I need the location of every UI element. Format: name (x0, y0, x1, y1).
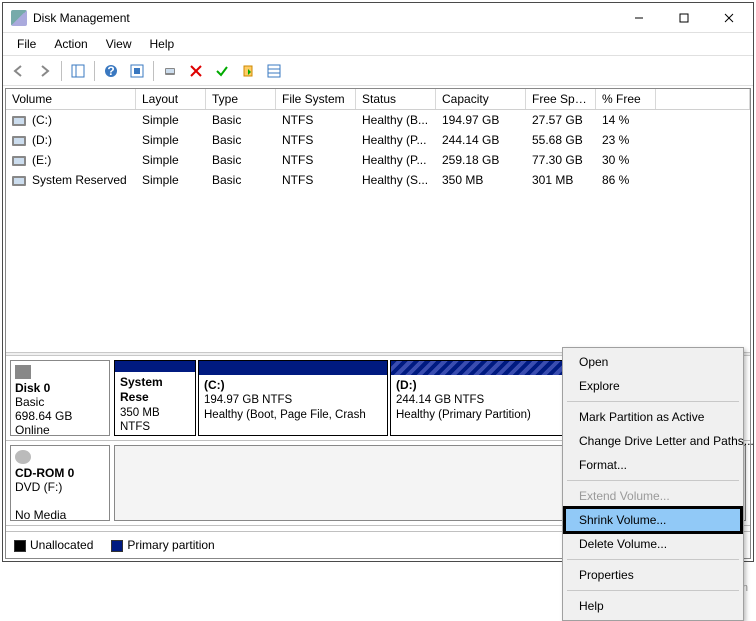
col-layout[interactable]: Layout (136, 89, 206, 109)
menu-help[interactable]: Help (142, 35, 183, 53)
apply-icon[interactable] (210, 59, 234, 83)
titlebar: Disk Management (3, 3, 753, 33)
ctx-sep (567, 401, 739, 402)
disk0-type: Basic (15, 395, 44, 409)
col-capacity[interactable]: Capacity (436, 89, 526, 109)
col-filesystem[interactable]: File System (276, 89, 356, 109)
close-button[interactable] (706, 4, 751, 32)
ctx-sep (567, 590, 739, 591)
col-volume[interactable]: Volume (6, 89, 136, 109)
ctx-shrink-volume[interactable]: Shrink Volume... (565, 508, 741, 532)
ctx-properties[interactable]: Properties (565, 563, 741, 587)
col-type[interactable]: Type (206, 89, 276, 109)
ctx-format[interactable]: Format... (565, 453, 741, 477)
volume-row[interactable]: System ReservedSimpleBasicNTFSHealthy (S… (6, 170, 750, 190)
ctx-change-letter[interactable]: Change Drive Letter and Paths... (565, 429, 741, 453)
menu-action[interactable]: Action (46, 35, 95, 53)
disk-icon (15, 365, 31, 379)
col-spacer (656, 89, 750, 109)
volume-row[interactable]: (E:)SimpleBasicNTFSHealthy (P...259.18 G… (6, 150, 750, 170)
volume-row[interactable]: (C:)SimpleBasicNTFSHealthy (B...194.97 G… (6, 110, 750, 130)
help-button[interactable]: ? (99, 59, 123, 83)
cdrom-name: CD-ROM 0 (15, 466, 74, 480)
disk0-header[interactable]: Disk 0 Basic 698.64 GB Online (10, 360, 110, 436)
forward-button[interactable] (33, 59, 57, 83)
partition[interactable]: System Rese350 MB NTFSHealthy (Syst (114, 360, 196, 436)
minimize-button[interactable] (616, 4, 661, 32)
window-title: Disk Management (33, 11, 616, 25)
ctx-sep (567, 480, 739, 481)
volume-icon (12, 176, 26, 186)
list-icon[interactable] (262, 59, 286, 83)
show-hide-tree-button[interactable] (66, 59, 90, 83)
menubar: File Action View Help (3, 33, 753, 56)
volume-icon (12, 116, 26, 126)
ctx-delete-volume[interactable]: Delete Volume... (565, 532, 741, 556)
cdrom-type: DVD (F:) (15, 480, 62, 494)
cdrom-state: No Media (15, 508, 66, 522)
partition[interactable]: (C:)194.97 GB NTFSHealthy (Boot, Page Fi… (198, 360, 388, 436)
ctx-open[interactable]: Open (565, 350, 741, 374)
disk0-name: Disk 0 (15, 381, 50, 395)
svg-text:?: ? (107, 64, 114, 78)
volume-icon (12, 136, 26, 146)
refresh-button[interactable] (158, 59, 182, 83)
volume-icon (12, 156, 26, 166)
context-menu: Open Explore Mark Partition as Active Ch… (562, 347, 744, 621)
disk0-state: Online (15, 423, 50, 437)
menu-view[interactable]: View (98, 35, 140, 53)
ctx-mark-active[interactable]: Mark Partition as Active (565, 405, 741, 429)
partition[interactable]: (D:)244.14 GB NTFSHealthy (Primary Parti… (390, 360, 576, 436)
col-pctfree[interactable]: % Free (596, 89, 656, 109)
settings-button[interactable] (125, 59, 149, 83)
maximize-button[interactable] (661, 4, 706, 32)
col-status[interactable]: Status (356, 89, 436, 109)
toolbar: ? (3, 56, 753, 86)
ctx-sep (567, 559, 739, 560)
back-button[interactable] (7, 59, 31, 83)
cdrom-icon (15, 450, 31, 464)
volume-header-row: Volume Layout Type File System Status Ca… (6, 89, 750, 110)
menu-file[interactable]: File (9, 35, 44, 53)
app-icon (11, 10, 27, 26)
cdrom-header[interactable]: CD-ROM 0 DVD (F:) No Media (10, 445, 110, 521)
action-icon[interactable] (236, 59, 260, 83)
disk0-size: 698.64 GB (15, 409, 72, 423)
volume-row[interactable]: (D:)SimpleBasicNTFSHealthy (P...244.14 G… (6, 130, 750, 150)
legend-primary: Primary partition (111, 538, 214, 552)
delete-icon[interactable] (184, 59, 208, 83)
ctx-extend-volume: Extend Volume... (565, 484, 741, 508)
col-free[interactable]: Free Spa... (526, 89, 596, 109)
legend-unallocated: Unallocated (14, 538, 93, 552)
ctx-explore[interactable]: Explore (565, 374, 741, 398)
volume-list[interactable]: Volume Layout Type File System Status Ca… (6, 89, 750, 352)
